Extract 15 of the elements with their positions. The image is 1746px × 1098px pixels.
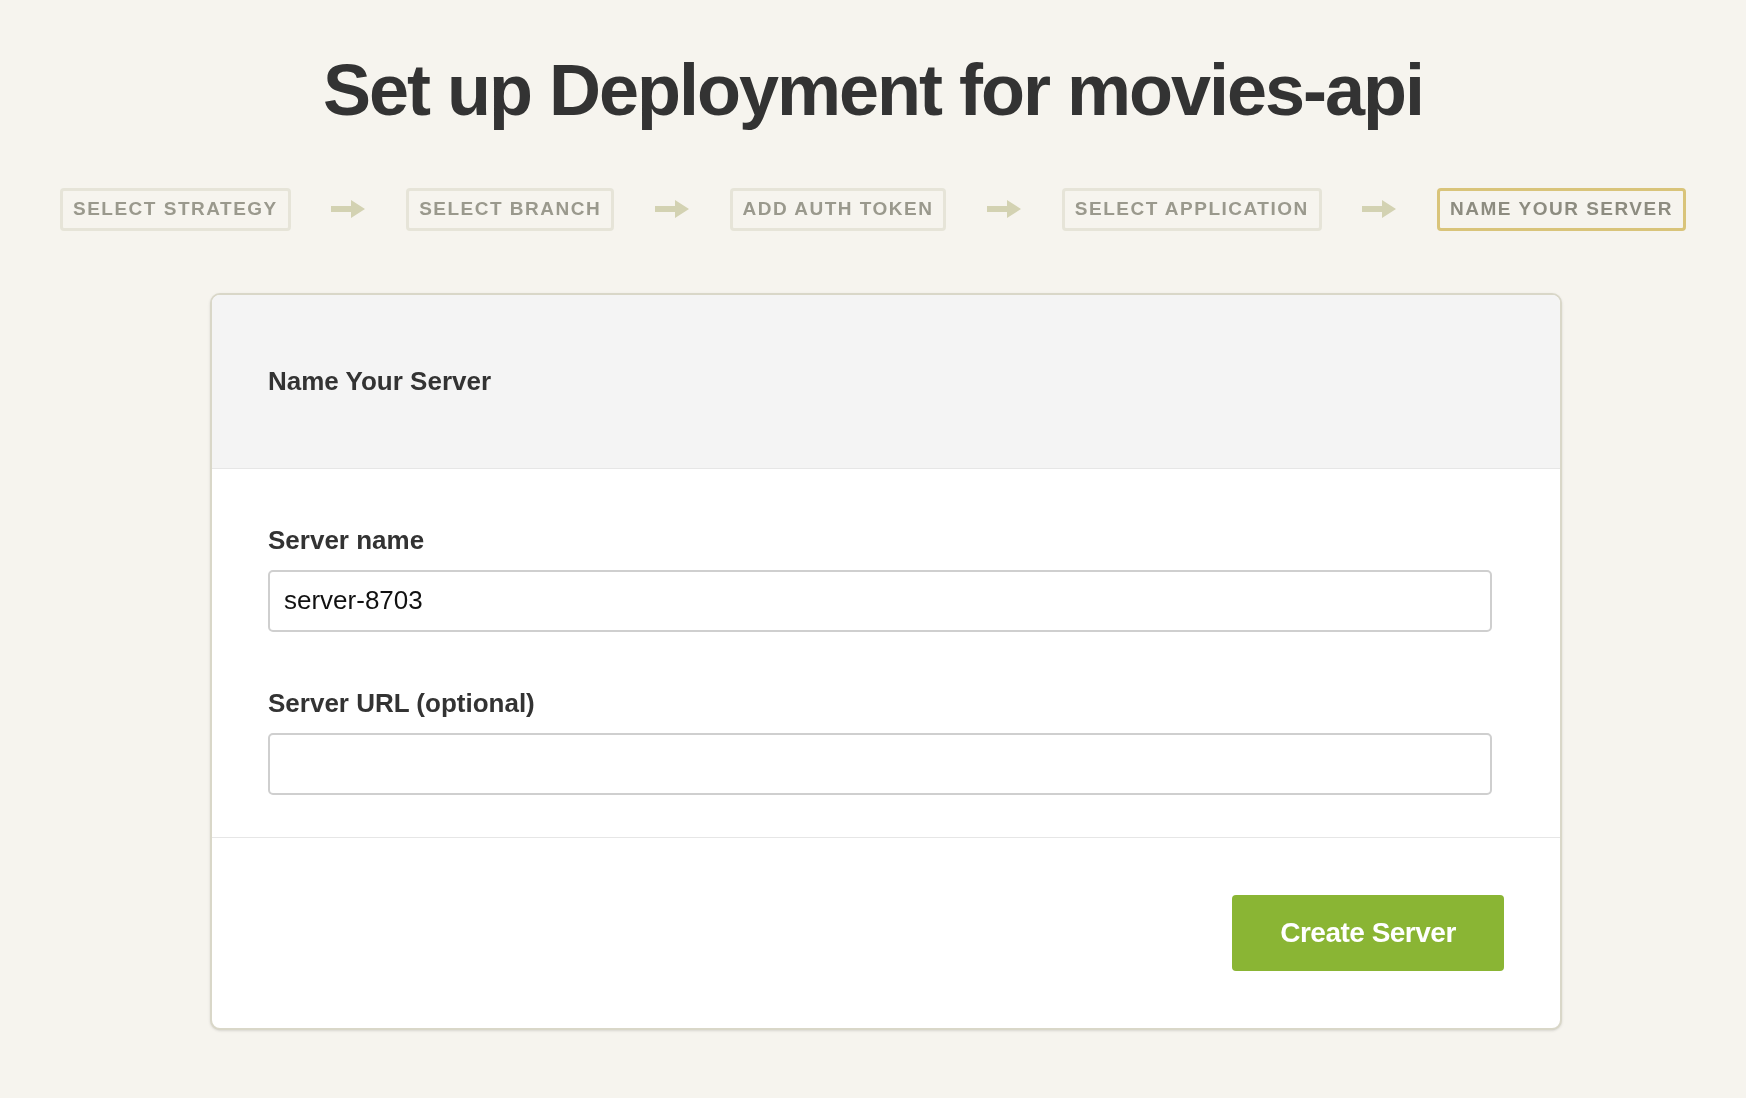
arrow-icon (654, 199, 689, 220)
text-field[interactable] (268, 732, 1492, 795)
arrow-icon (331, 199, 366, 220)
step-label: NAME YOUR SERVER (1437, 188, 1686, 231)
card-heading: Name Your Server (268, 364, 492, 398)
field-label: Server name (268, 523, 426, 557)
step-label: SELECT STRATEGY (60, 188, 291, 231)
arrow-icon (1362, 199, 1397, 220)
step-label: SELECT BRANCH (406, 188, 615, 231)
arrow-icon (987, 199, 1022, 220)
page-title: Set up Deployment for movies-api (322, 49, 1424, 132)
step-label: ADD AUTH TOKEN (729, 188, 947, 231)
text-field[interactable]: server-8703 (268, 569, 1492, 632)
field-label: Server URL (optional) (268, 686, 536, 720)
step-label: SELECT APPLICATION (1061, 188, 1322, 231)
